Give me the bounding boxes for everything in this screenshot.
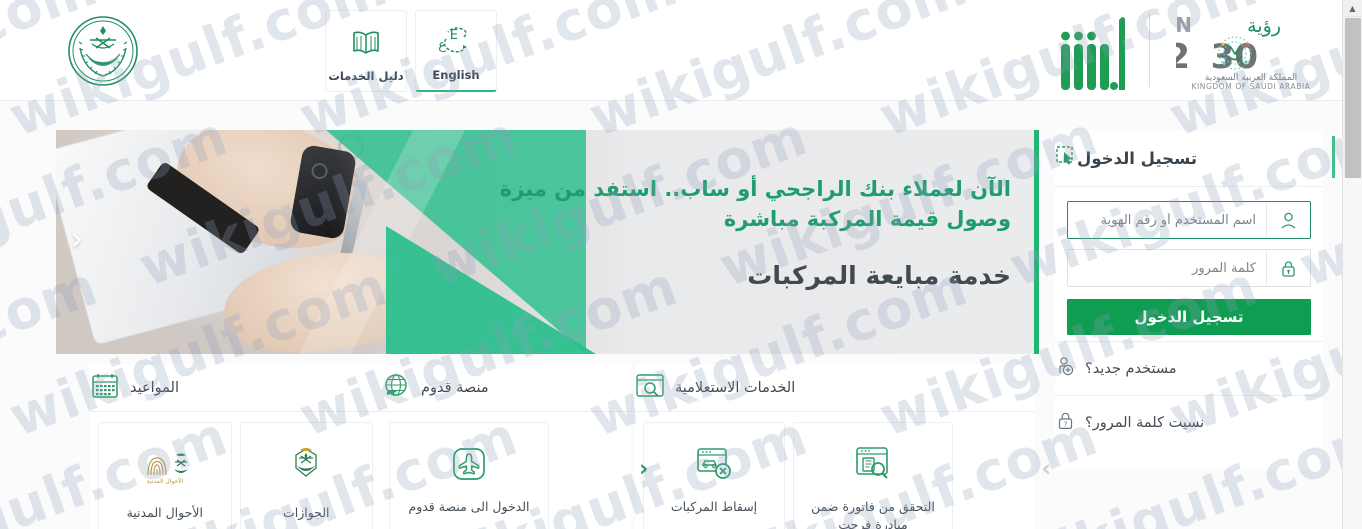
invoice-search-icon xyxy=(853,445,893,487)
tile-services-guide[interactable]: دليل الخدمات xyxy=(325,10,407,92)
password-input[interactable] xyxy=(1068,250,1266,286)
svg-text:KINGDOM OF SAUDI ARABIA: KINGDOM OF SAUDI ARABIA xyxy=(1191,82,1310,90)
services-row: الخدمات الاستعلامية ‹ التحقق من فاتورة ض… xyxy=(56,364,1051,529)
user-icon xyxy=(1266,202,1310,238)
inquiry-next-button[interactable]: › xyxy=(1042,456,1051,482)
login-form: تسجيل الدخول xyxy=(1055,187,1323,341)
calendar-icon xyxy=(90,372,120,404)
new-user-link[interactable]: مستخدم جديد؟ xyxy=(1055,341,1323,395)
card-qadoum-entry-label: الدخول الى منصة قدوم xyxy=(408,499,530,514)
username-input[interactable] xyxy=(1068,202,1266,238)
inquiry-prev-button[interactable]: ‹ xyxy=(639,456,648,482)
card-qadoum-entry[interactable]: الدخول الى منصة قدوم xyxy=(389,422,549,529)
svg-text:ع: ع xyxy=(438,38,446,53)
hero-accent-bar xyxy=(1034,130,1039,354)
section-inquiry-header: الخدمات الاستعلامية xyxy=(635,364,1035,412)
svg-text:VISION: VISION xyxy=(1176,13,1194,37)
password-field-wrapper[interactable] xyxy=(1067,249,1311,287)
section-appointments-title: المواعيد xyxy=(130,379,179,396)
card-vehicle-scrap-label: إسقاط المركبات xyxy=(670,499,758,514)
card-civil-affairs[interactable]: الأحوال المدنية الأحوال المدنية xyxy=(98,422,232,529)
airplane-icon xyxy=(449,445,489,487)
scroll-up-button[interactable]: ▲ xyxy=(1343,0,1362,17)
svg-text:?: ? xyxy=(1064,421,1068,429)
globe-plane-icon xyxy=(381,372,411,404)
card-civil-affairs-label: الأحوال المدنية xyxy=(126,505,203,520)
card-invoice-check[interactable]: التحقق من فاتورة ضمن مبادرة فرجت xyxy=(793,422,953,529)
scrollbar-thumb[interactable] xyxy=(1345,18,1361,178)
civil-affairs-icon: الأحوال المدنية xyxy=(138,445,192,493)
new-user-label: مستخدم جديد؟ xyxy=(1085,360,1177,377)
absher-logo[interactable] xyxy=(1057,6,1137,94)
section-appointments: المواعيد الجوازات الأحوال المدنية الأحوا… xyxy=(90,364,381,529)
hero-carousel[interactable]: الآن لعملاء بنك الراجحي أو ساب.. استفد م… xyxy=(56,130,1039,354)
passports-emblem-icon xyxy=(284,445,328,493)
vehicle-remove-icon xyxy=(694,445,734,487)
card-passports[interactable]: الجوازات xyxy=(239,422,373,529)
open-book-icon xyxy=(348,20,384,66)
section-appointments-header: المواعيد xyxy=(90,364,381,412)
header-tile-group: E ع English دليل الخدمات xyxy=(325,10,497,92)
vertical-scrollbar[interactable]: ▲ xyxy=(1342,0,1362,529)
login-title: تسجيل الدخول xyxy=(1077,148,1198,168)
forgot-password-label: نسيت كلمة المرور؟ xyxy=(1085,414,1205,431)
section-appointments-cards: الجوازات الأحوال المدنية الأحوال المدنية xyxy=(90,412,381,529)
section-qadoum: منصة قدوم الدخول الى منصة قدوم xyxy=(381,364,631,529)
username-field-wrapper[interactable] xyxy=(1067,201,1311,239)
tile-english-label: English xyxy=(432,68,480,82)
svg-text:30: 30 xyxy=(1211,37,1258,77)
svg-text:رؤية: رؤية xyxy=(1247,15,1281,37)
vision-2030-logo: VISION رؤية 2 30 المملكة العربية السعودي… xyxy=(1162,6,1326,94)
svg-text:2: 2 xyxy=(1176,37,1190,77)
login-panel: تسجيل الدخول اسم المستخدم أو رقم الهوية … xyxy=(1055,130,1335,470)
ministry-of-interior-emblem[interactable] xyxy=(66,14,140,92)
card-invoice-check-label: التحقق من فاتورة ضمن مبادرة فرجت xyxy=(811,499,935,529)
login-cursor-icon xyxy=(1055,145,1077,171)
add-user-icon xyxy=(1055,356,1076,381)
hero-line-2: وصول قيمة المركبة مباشرة xyxy=(723,207,1011,232)
scrollbar-track[interactable] xyxy=(1343,178,1362,529)
svg-text:الأحوال المدنية: الأحوال المدنية xyxy=(146,477,183,485)
header-divider xyxy=(1149,13,1150,87)
hero-title: خدمة مبايعة المركبات xyxy=(747,260,1011,290)
hero-text-block: الآن لعملاء بنك الراجحي أو ساب.. استفد م… xyxy=(500,174,1011,290)
language-globe-icon: E ع xyxy=(438,19,474,65)
card-vehicle-scrap[interactable]: إسقاط المركبات xyxy=(643,422,785,529)
section-qadoum-cards: الدخول الى منصة قدوم xyxy=(381,412,631,529)
card-passports-label: الجوازات xyxy=(282,505,330,520)
tile-english[interactable]: E ع English xyxy=(415,10,497,92)
section-inquiry-title: الخدمات الاستعلامية xyxy=(675,379,796,396)
lock-question-icon: ? xyxy=(1055,410,1076,435)
forgot-password-link[interactable]: نسيت كلمة المرور؟ ? xyxy=(1055,395,1323,449)
section-qadoum-title: منصة قدوم xyxy=(421,379,489,396)
svg-text:E: E xyxy=(450,28,458,43)
login-panel-header: تسجيل الدخول xyxy=(1055,130,1335,187)
section-inquiry-services: الخدمات الاستعلامية ‹ التحقق من فاتورة ض… xyxy=(635,364,1051,529)
login-panel-accent xyxy=(1332,136,1335,178)
page-root: E ع English دليل الخدمات N رؤية 2 30 الم… xyxy=(0,0,1362,529)
header-logo-group: VISION رؤية 2 30 المملكة العربية السعودي… xyxy=(1057,4,1326,96)
section-inquiry-cards: ‹ التحقق من فاتورة ضمن مبادرة فرجت إسقاط… xyxy=(635,412,1051,529)
search-window-icon xyxy=(635,372,665,404)
carousel-prev-button[interactable]: ‹ xyxy=(70,222,84,256)
hero-line-1: الآن لعملاء بنك الراجحي أو ساب.. استفد م… xyxy=(499,177,1011,201)
login-submit-button[interactable]: تسجيل الدخول xyxy=(1067,299,1311,335)
tile-services-guide-label: دليل الخدمات xyxy=(328,68,404,83)
site-header: E ع English دليل الخدمات N رؤية 2 30 الم… xyxy=(0,0,1342,101)
lock-icon xyxy=(1266,250,1310,286)
section-qadoum-header: منصة قدوم xyxy=(381,364,631,412)
